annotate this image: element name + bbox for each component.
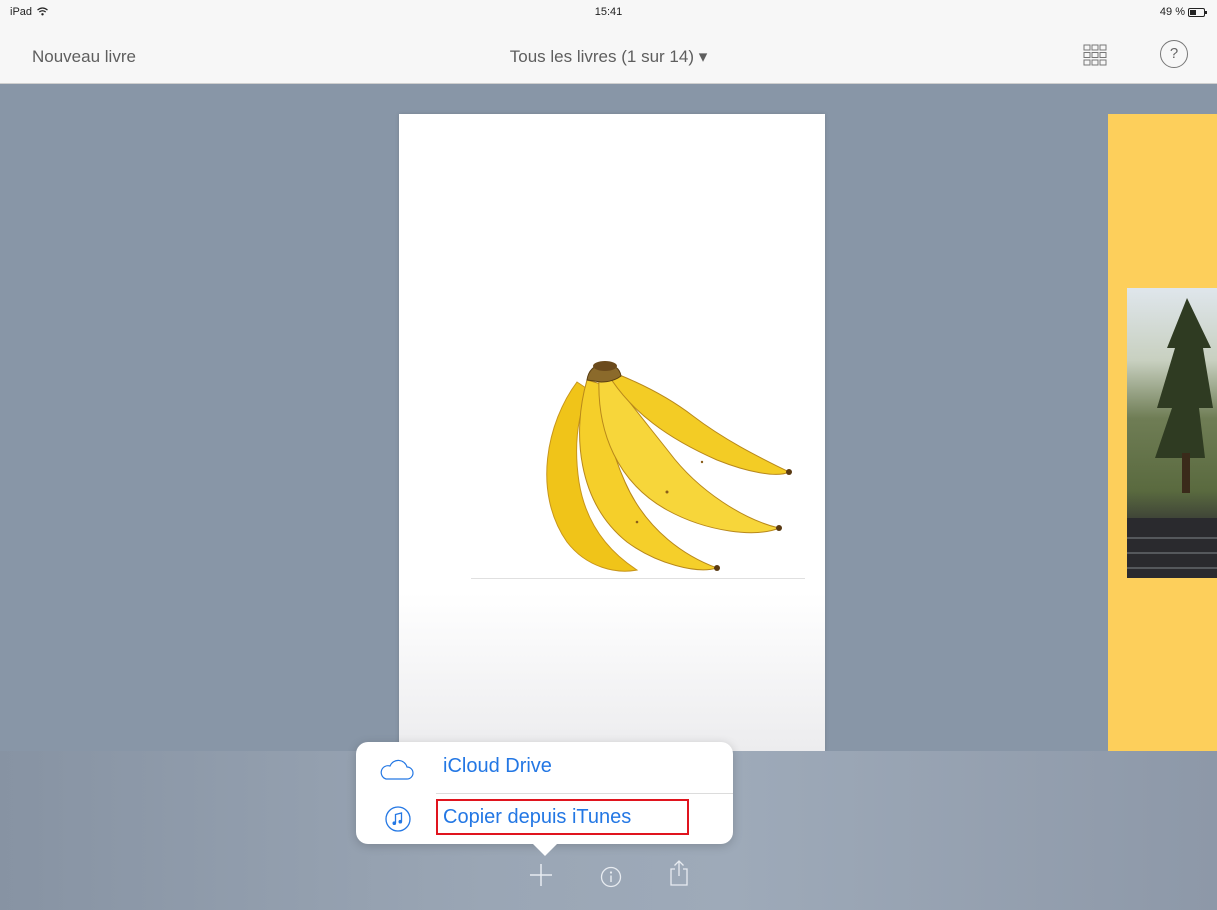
status-bar: iPad 15:41 49 % (0, 0, 1217, 26)
popover-item-icloud-drive[interactable]: iCloud Drive (356, 742, 733, 793)
battery-fill (1190, 9, 1196, 15)
grid-icon[interactable] (1083, 43, 1107, 67)
highlight-box (436, 799, 689, 835)
music-note-icon (385, 806, 411, 832)
status-right: 49 % (1159, 6, 1207, 18)
banana-image (546, 361, 792, 572)
nav-bar: Nouveau livre Tous les livres (1 sur 14)… (0, 26, 1217, 84)
book-cover-current[interactable] (399, 114, 825, 752)
book-carousel (0, 84, 1217, 752)
books-filter-button[interactable]: Tous les livres (1 sur 14) ▾ (510, 47, 707, 66)
nav-title-wrap: Tous les livres (1 sur 14) ▾ (0, 47, 1217, 67)
popover-arrow (532, 843, 558, 856)
popover-item-copy-from-itunes[interactable]: Copier depuis iTunes (356, 793, 733, 844)
status-time: 15:41 (594, 6, 623, 18)
tree-image (1127, 298, 1217, 578)
info-icon[interactable] (600, 866, 622, 888)
book-cover-next[interactable] (1108, 114, 1217, 752)
cloud-icon (380, 759, 414, 780)
icloud-drive-label: iCloud Drive (443, 755, 552, 777)
help-button[interactable]: ? (1160, 40, 1188, 68)
battery-icon (1188, 7, 1207, 17)
share-icon[interactable] (668, 859, 690, 887)
battery-percent: 49 % (1159, 6, 1185, 18)
next-book-photo (1127, 288, 1217, 578)
import-popover: iCloud Drive Copier depuis iTunes (356, 742, 733, 844)
book-divider (471, 578, 805, 579)
plus-icon[interactable] (529, 863, 553, 887)
